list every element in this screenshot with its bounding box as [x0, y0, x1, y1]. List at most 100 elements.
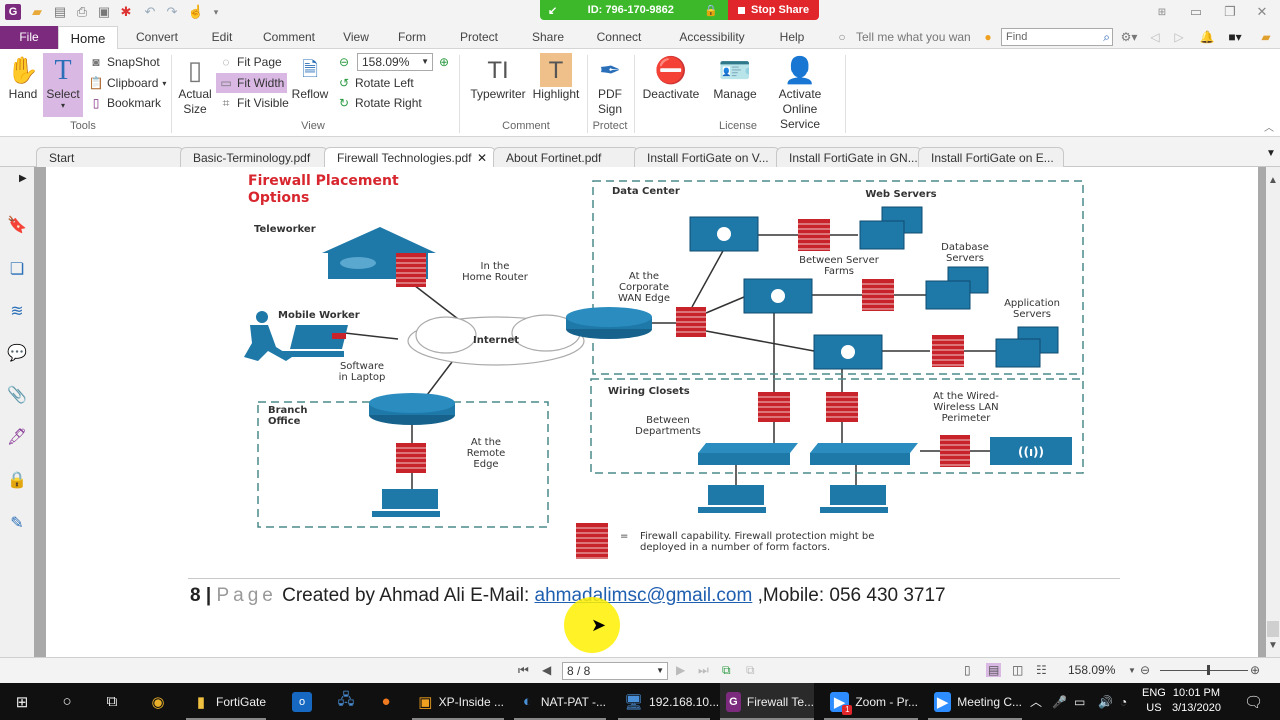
chevron-down-icon[interactable]: ▼: [1128, 666, 1136, 675]
fullscreen-icon[interactable]: ⊞: [1148, 2, 1176, 22]
taskbar-item-meeting-c[interactable]: ▶ Meeting C...: [928, 683, 1022, 720]
taskbar-item-fortigate[interactable]: ▮ FortiGate: [186, 683, 266, 720]
tab-view[interactable]: View: [334, 26, 378, 49]
tab-form[interactable]: Form: [390, 26, 434, 49]
previous-view-icon[interactable]: ⧉: [722, 663, 731, 678]
search-icon[interactable]: ⌕: [1103, 29, 1110, 45]
select-tool-button[interactable]: T Select ▾: [43, 53, 83, 117]
taskbar-item-zoom-pr[interactable]: ▶ 1 Zoom - Pr...: [824, 683, 918, 720]
taskbar-item-xp-inside[interactable]: ▣ XP-Inside ...: [412, 683, 504, 720]
fit-page-button[interactable]: ◌ Fit Page: [216, 52, 285, 72]
expand-panel-icon[interactable]: ▶: [19, 173, 27, 184]
tab-protect[interactable]: Protect: [452, 26, 506, 49]
tab-edit[interactable]: Edit: [200, 26, 244, 49]
user-account-icon[interactable]: ■▾: [1224, 26, 1246, 49]
bookmarks-icon[interactable]: 🔖: [7, 215, 27, 235]
new-icon[interactable]: ✱: [118, 4, 134, 20]
manage-button[interactable]: 🪪 Manage: [712, 53, 758, 102]
zoom-level-select[interactable]: 158.09% ▼: [357, 53, 433, 71]
typewriter-button[interactable]: TI Typewriter: [468, 53, 528, 102]
pdf-sign-button[interactable]: ✒ PDF Sign: [592, 53, 628, 117]
doc-tab-install-fortigate-e[interactable]: Install FortiGate on E...: [918, 147, 1064, 167]
wifi-icon[interactable]: ◔: [1120, 683, 1127, 720]
zoom-in-icon[interactable]: ⊕: [1250, 663, 1260, 677]
next-view-icon[interactable]: ⧉: [746, 663, 755, 678]
folder-search-icon[interactable]: ▰: [1256, 26, 1276, 49]
hand-tool-button[interactable]: ✋ Hand: [6, 53, 40, 102]
heart-icon[interactable]: ●: [980, 26, 996, 49]
microphone-icon[interactable]: 🎤: [1052, 683, 1067, 720]
scroll-down-icon[interactable]: ▼: [1268, 640, 1278, 651]
doc-tab-basic-terminology[interactable]: Basic-Terminology.pdf: [180, 147, 328, 167]
system-clock[interactable]: 10:01 PM 3/13/2020: [1172, 686, 1221, 716]
snapshot-button[interactable]: ◙ SnapShot: [86, 52, 163, 72]
tab-connect[interactable]: Connect: [590, 26, 648, 49]
vertical-scrollbar[interactable]: ▲ ▼: [1266, 167, 1280, 657]
minimize-button[interactable]: ▭: [1182, 2, 1210, 22]
panel-splitter[interactable]: [34, 167, 46, 657]
input-language[interactable]: ENG US: [1142, 686, 1166, 716]
zoom-in-button[interactable]: ⊕: [434, 52, 454, 72]
taskbar-item-192-168[interactable]: 🖥 192.168.10...: [618, 683, 719, 720]
doc-tab-about-fortinet[interactable]: About Fortinet.pdf: [493, 147, 639, 167]
digital-id-icon[interactable]: ✎: [7, 513, 27, 533]
rotate-left-button[interactable]: ↺ Rotate Left: [334, 73, 417, 93]
bookmark-button[interactable]: ▯ Bookmark: [86, 93, 164, 113]
outlook-taskbar-button[interactable]: o: [292, 683, 312, 720]
facing-pages-icon[interactable]: ◫: [1012, 663, 1023, 677]
doc-tab-install-fortigate-gns[interactable]: Install FortiGate in GN...: [776, 147, 922, 167]
stop-share-button[interactable]: Stop Share: [728, 0, 820, 20]
layers-icon[interactable]: ≋: [7, 301, 27, 321]
show-hidden-icons[interactable]: ︿: [1030, 683, 1042, 720]
reflow-button[interactable]: 🗎 Reflow: [292, 53, 329, 102]
volume-icon[interactable]: 🔊: [1098, 683, 1113, 720]
continuous-facing-icon[interactable]: ☷: [1036, 663, 1047, 677]
first-page-icon[interactable]: ⏮: [518, 663, 529, 678]
rotate-right-button[interactable]: ↻ Rotate Right: [334, 93, 425, 113]
hand-tool-icon[interactable]: ☝: [188, 4, 204, 20]
taskbar-item-nat-pat[interactable]: ◐ NAT-PAT -...: [514, 683, 606, 720]
tab-help[interactable]: Help: [772, 26, 812, 49]
scroll-up-icon[interactable]: ▲: [1268, 175, 1278, 186]
next-page-icon[interactable]: ▶: [676, 663, 685, 677]
save-icon[interactable]: ▤: [52, 4, 68, 20]
action-center-icon[interactable]: 🗨: [1244, 683, 1263, 720]
zoom-slider[interactable]: [1160, 665, 1248, 675]
comments-icon[interactable]: 💬: [7, 343, 27, 363]
battery-icon[interactable]: ▭: [1074, 683, 1085, 720]
tab-list-dropdown-icon[interactable]: ▼: [1266, 148, 1276, 159]
print-icon[interactable]: ⎙: [74, 4, 90, 20]
settings-icon[interactable]: ⚙▾: [1117, 26, 1141, 49]
activate-online-service-button[interactable]: 👤 Activate Online Service: [762, 53, 838, 132]
undo-icon[interactable]: ↶: [142, 4, 158, 20]
tab-home[interactable]: Home: [58, 26, 118, 50]
email-link[interactable]: ahmadalimsc@gmail.com: [535, 585, 753, 606]
redo-icon[interactable]: ↷: [164, 4, 180, 20]
firefox-taskbar-button[interactable]: ●: [376, 683, 396, 720]
restore-button[interactable]: ❐: [1216, 2, 1244, 22]
single-page-icon[interactable]: ▯: [964, 663, 971, 677]
security-icon[interactable]: 🔒: [7, 470, 27, 490]
continuous-page-icon[interactable]: ▤: [986, 663, 1002, 677]
properties-icon[interactable]: ▣: [96, 4, 112, 20]
doc-tab-firewall-technologies[interactable]: Firewall Technologies.pdf ✕: [324, 147, 496, 167]
tab-comment[interactable]: Comment: [256, 26, 322, 49]
previous-page-icon[interactable]: ◀: [542, 663, 551, 677]
back-icon[interactable]: ◁: [1148, 26, 1162, 49]
close-button[interactable]: ✕: [1248, 2, 1276, 22]
start-button[interactable]: ⊞: [12, 683, 32, 720]
signatures-icon[interactable]: 🖋: [7, 427, 27, 447]
notification-bell-icon[interactable]: 🔔: [1196, 26, 1218, 49]
task-view-button[interactable]: ⧉: [102, 683, 122, 720]
fit-visible-button[interactable]: ⌗ Fit Visible: [216, 93, 292, 113]
open-icon[interactable]: ▰: [29, 4, 45, 20]
highlight-button[interactable]: T Highlight: [532, 53, 580, 102]
tell-me-input[interactable]: Tell me what you wan: [856, 26, 976, 49]
last-page-icon[interactable]: ⏭: [698, 663, 709, 678]
find-input[interactable]: Find ⌕: [1001, 28, 1113, 46]
doc-tab-install-fortigate-v[interactable]: Install FortiGate on V...: [634, 147, 780, 167]
zoom-slider-knob[interactable]: [1207, 665, 1211, 675]
zoom-out-icon[interactable]: ⊖: [1140, 663, 1150, 677]
attachments-icon[interactable]: 📎: [7, 385, 27, 405]
deactivate-button[interactable]: ⛔ Deactivate: [640, 53, 702, 102]
